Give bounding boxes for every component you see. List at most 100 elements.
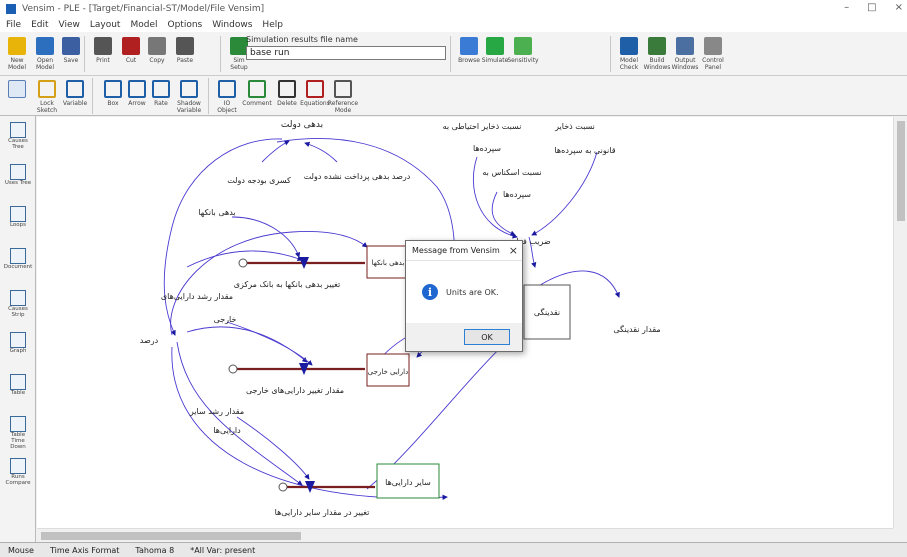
- causes-strip-tool[interactable]: Causes Strip: [4, 288, 32, 324]
- document-tool[interactable]: Document: [4, 246, 32, 282]
- sidebar-label: Runs Compare: [5, 474, 31, 486]
- comment-tool[interactable]: Comment: [242, 77, 272, 115]
- toolbar-label: Output Windows: [671, 57, 699, 71]
- uses-tree-tool[interactable]: Uses Tree: [4, 162, 32, 198]
- build-windows-button[interactable]: Build Windows: [644, 34, 670, 72]
- label-foreign-asset-growth[interactable]: مقدار رشد دارایی‌های: [161, 292, 233, 301]
- toolbar-label: Print: [96, 57, 110, 64]
- equations-tool[interactable]: Equations: [300, 77, 330, 115]
- menu-file[interactable]: File: [6, 20, 21, 30]
- toolbar-label: Open Model: [35, 57, 54, 71]
- new-model-button[interactable]: New Model: [4, 34, 30, 72]
- label-currency-ratio-1[interactable]: نسبت اسکناس به: [482, 168, 541, 177]
- label-unpaid-debt-pct[interactable]: درصد بدهی پرداخت نشده دولت: [304, 172, 411, 181]
- copy-button[interactable]: Copy: [144, 34, 170, 72]
- toolbar-label: Build Windows: [643, 57, 671, 71]
- label-bank-debt[interactable]: بدهی بانکها: [198, 208, 235, 217]
- menu-view[interactable]: View: [59, 20, 80, 30]
- label-liquidity-amount[interactable]: مقدار نقدینگی: [613, 324, 660, 334]
- output-windows-button[interactable]: Output Windows: [672, 34, 698, 72]
- maximize-icon[interactable]: □: [867, 2, 876, 13]
- vertical-scrollbar[interactable]: [893, 117, 907, 528]
- open-model-button[interactable]: Open Model: [32, 34, 58, 72]
- label-other-growth-1[interactable]: مقدار رشد سایر: [189, 407, 244, 416]
- stock-foreign-assets[interactable]: دارایی خارجی: [368, 368, 408, 376]
- horizontal-scroll-thumb[interactable]: [41, 532, 301, 540]
- label-debt-to-govt[interactable]: بدهی دولت: [281, 120, 323, 130]
- sidebar-label: Uses Tree: [4, 180, 32, 186]
- tool-label: Rate: [154, 100, 168, 107]
- close-window-icon[interactable]: ×: [895, 2, 903, 13]
- label-reserve-ratio-1[interactable]: نسبت ذخایر احتیاطی به: [443, 122, 522, 131]
- reference-mode-tool[interactable]: Reference Mode: [327, 77, 359, 115]
- title-bar: Vensim - PLE - [Target/Financial-ST/Mode…: [0, 0, 907, 18]
- causes-tree-tool[interactable]: Causes Tree: [4, 120, 32, 156]
- menu-model[interactable]: Model: [130, 20, 157, 30]
- label-foreign[interactable]: خارجی: [214, 315, 237, 324]
- simulation-name-label: Simulation results file name: [246, 35, 358, 44]
- cut-button[interactable]: Cut: [118, 34, 144, 72]
- delete-tool[interactable]: Delete: [274, 77, 300, 115]
- label-other-growth-2[interactable]: دارایی‌ها: [213, 426, 241, 435]
- io-object-tool[interactable]: IO Object: [214, 77, 240, 115]
- variable-tool[interactable]: Variable: [62, 77, 88, 115]
- lock-tool[interactable]: Lock Sketch: [34, 77, 60, 115]
- menu-edit[interactable]: Edit: [31, 20, 48, 30]
- label-govt-budget-deficit[interactable]: کسری بودجه دولت: [227, 176, 291, 185]
- sensitivity-button[interactable]: Sensitivity: [507, 34, 539, 72]
- vertical-scroll-thumb[interactable]: [897, 121, 905, 221]
- runs-compare-tool[interactable]: Runs Compare: [4, 456, 32, 492]
- toolbar-label: Paste: [176, 57, 194, 64]
- menu-options[interactable]: Options: [168, 20, 203, 30]
- menu-windows[interactable]: Windows: [212, 20, 252, 30]
- label-change-other-assets[interactable]: تغییر در مقدار سایر دارایی‌ها: [275, 508, 370, 517]
- loops-tool[interactable]: Loops: [4, 204, 32, 240]
- label-cash-ratio-2[interactable]: قانونی به سپرده‌ها: [554, 146, 615, 155]
- rate-tool[interactable]: Rate: [148, 77, 174, 115]
- label-change-bank-debt-cb[interactable]: تغییر بدهی بانکها به بانک مرکزی: [234, 280, 341, 289]
- save-button[interactable]: Save: [58, 34, 84, 72]
- ok-button[interactable]: OK: [464, 329, 510, 345]
- tool-label: Arrow: [128, 100, 146, 107]
- label-change-foreign-assets[interactable]: مقدار تغییر دارایی‌های خارجی: [246, 386, 344, 395]
- tool-label: Reference Mode: [327, 100, 359, 114]
- model-check-button[interactable]: Model Check: [616, 34, 642, 72]
- control-panel-button[interactable]: Control Panel: [700, 34, 726, 72]
- arrow-tool[interactable]: Arrow: [124, 77, 150, 115]
- label-currency-ratio-2[interactable]: سپرده‌ها: [503, 190, 531, 199]
- toolbar-separator: [220, 36, 221, 72]
- toolbar-label: Control Panel: [702, 57, 724, 71]
- sensitivity-icon: [514, 37, 532, 55]
- browse-button[interactable]: Browse: [456, 34, 482, 72]
- stock-liquidity[interactable]: نقدینگی: [534, 307, 560, 317]
- graph-tool[interactable]: Graph: [4, 330, 32, 366]
- stock-other-assets[interactable]: سایر دارایی‌ها: [385, 478, 431, 487]
- runs-compare-icon: [10, 458, 26, 474]
- label-percent[interactable]: درصد: [140, 336, 159, 345]
- table-down-icon: [10, 416, 26, 432]
- print-button[interactable]: Print: [90, 34, 116, 72]
- minimize-icon[interactable]: –: [844, 2, 849, 13]
- sketch-toolbar: Lock Sketch Variable Box Arrow Rate Shadow Va…: [0, 76, 907, 116]
- toolbar-separator: [84, 36, 85, 72]
- table-tool[interactable]: Table: [4, 372, 32, 408]
- table-down-tool[interactable]: Table Time Down: [4, 414, 32, 450]
- pointer-tool[interactable]: [4, 77, 30, 115]
- dialog-body: i Units are OK.: [406, 261, 522, 323]
- stock-bank-debt[interactable]: بدهی بانکها: [372, 259, 405, 267]
- menu-help[interactable]: Help: [262, 20, 283, 30]
- horizontal-scrollbar[interactable]: [37, 528, 893, 542]
- shadow-variable-tool[interactable]: Shadow Variable: [176, 77, 202, 115]
- box-variable-tool[interactable]: Box: [100, 77, 126, 115]
- paste-button[interactable]: Paste: [172, 34, 198, 72]
- simulation-name-input[interactable]: base run: [246, 46, 446, 60]
- label-reserve-ratio-2[interactable]: سپرده‌ها: [473, 144, 501, 153]
- simulate-button[interactable]: Simulate: [482, 34, 508, 72]
- dialog-title: Message from Vensim: [406, 241, 522, 261]
- causes-strip-icon: [10, 290, 26, 306]
- menu-layout[interactable]: Layout: [90, 20, 121, 30]
- label-cash-ratio-1[interactable]: نسبت ذخایر: [554, 122, 595, 131]
- dialog-close-icon[interactable]: ×: [509, 244, 518, 257]
- lock-icon: [38, 80, 56, 98]
- status-time-axis-format: Time Axis Format: [49, 545, 120, 555]
